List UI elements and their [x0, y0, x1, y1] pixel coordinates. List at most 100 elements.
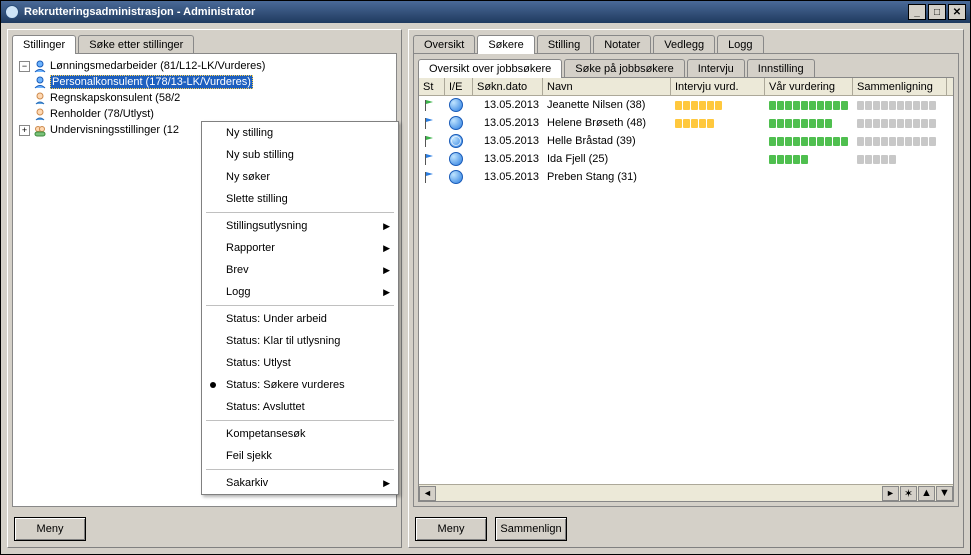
globe-icon [449, 116, 463, 130]
menu-item-3: Slette stilling [202, 188, 398, 210]
globe-icon [449, 170, 463, 184]
flag-icon [423, 117, 435, 129]
cell-interview-rating [671, 119, 765, 128]
cell-date: 13.05.2013 [473, 171, 543, 183]
tree-item-2[interactable]: Regnskapskonsulent (58/2 [17, 90, 392, 106]
left-tab-0[interactable]: Stillinger [12, 35, 76, 54]
meny-button-left[interactable]: Meny [14, 517, 86, 541]
tree-item-label: Regnskapskonsulent (58/2 [50, 92, 180, 104]
expand-icon[interactable]: + [19, 125, 30, 136]
cell-date: 13.05.2013 [473, 153, 543, 165]
sub-tab-2[interactable]: Intervju [687, 59, 745, 78]
sub-tab-0[interactable]: Oversikt over jobbsøkere [418, 59, 562, 78]
menu-item-label: Feil sjekk [226, 450, 272, 462]
window-title: Rekrutteringsadministrasjon - Administra… [24, 6, 908, 18]
menu-item-11[interactable]: Status: Klar til utlysning [202, 330, 398, 352]
col-header-sam[interactable]: Sammenligning [853, 78, 947, 95]
menu-item-16[interactable]: Kompetansesøk [202, 423, 398, 445]
menu-item-5[interactable]: Stillingsutlysning ▶ [202, 215, 398, 237]
tree-item-3[interactable]: Renholder (78/Utlyst) [17, 106, 392, 122]
menu-item-7[interactable]: Brev▶ [202, 259, 398, 281]
close-button[interactable]: ✕ [948, 4, 966, 20]
table-row[interactable]: 13.05.2013Jeanette Nilsen (38) [419, 96, 953, 114]
app-window: Rekrutteringsadministrasjon - Administra… [0, 0, 971, 555]
right-panel: OversiktSøkereStillingNotaterVedleggLogg… [408, 29, 964, 548]
right-tabstrip: OversiktSøkereStillingNotaterVedleggLogg [409, 30, 963, 53]
workspace: StillingerSøke etter stillinger − Lønning… [1, 23, 970, 554]
menu-item-1[interactable]: Ny sub stilling [202, 144, 398, 166]
cell-our-rating [765, 119, 853, 128]
window-buttons: _ □ ✕ [908, 4, 966, 20]
cell-date: 13.05.2013 [473, 135, 543, 147]
app-icon [5, 5, 19, 19]
right-tab-2[interactable]: Stilling [537, 35, 591, 54]
cell-name: Jeanette Nilsen (38) [543, 99, 671, 111]
menu-item-label: Ny søker [226, 171, 270, 183]
col-header-date[interactable]: Søkn.dato [473, 78, 543, 95]
menu-item-label: Status: Under arbeid [226, 313, 327, 325]
maximize-button[interactable]: □ [928, 4, 946, 20]
sub-tab-3[interactable]: Innstilling [747, 59, 815, 78]
right-tab-5[interactable]: Logg [717, 35, 763, 54]
collapse-icon[interactable]: − [19, 61, 30, 72]
menu-item-14[interactable]: Status: Avsluttet [202, 396, 398, 418]
col-header-st[interactable]: St [419, 78, 445, 95]
grid-tool-icon[interactable]: ✶ [900, 486, 917, 501]
menu-item-label: Stillingsutlysning [226, 220, 307, 232]
horizontal-scrollbar[interactable]: ◄ ► ✶ ▲ ▼ [419, 484, 953, 501]
col-header-vur[interactable]: Vår vurdering [765, 78, 853, 95]
menu-separator [206, 212, 394, 213]
context-menu[interactable]: Ny stillingNy sub stilling Ny søker Slette… [201, 121, 399, 495]
right-tab-3[interactable]: Notater [593, 35, 651, 54]
menu-separator [206, 420, 394, 421]
scroll-left-button[interactable]: ◄ [419, 486, 436, 501]
col-header-int[interactable]: Intervju vurd. [671, 78, 765, 95]
menu-item-10[interactable]: Status: Under arbeid [202, 308, 398, 330]
right-tab-0[interactable]: Oversikt [413, 35, 475, 54]
menu-item-19[interactable]: Sakarkiv▶ [202, 472, 398, 494]
sub-tab-1[interactable]: Søke på jobbsøkere [564, 59, 684, 78]
table-row[interactable]: 13.05.2013Helene Brøseth (48) [419, 114, 953, 132]
right-bottom-bar: Meny Sammenlign [409, 511, 963, 547]
table-row[interactable]: 13.05.2013Ida Fjell (25) [419, 150, 953, 168]
minimize-button[interactable]: _ [908, 4, 926, 20]
col-header-ie[interactable]: I/E [445, 78, 473, 95]
submenu-arrow-icon: ▶ [383, 221, 390, 232]
tree-item-label: Lønningsmedarbeider (81/L12-LK/Vurderes) [50, 60, 265, 72]
grid-body[interactable]: 13.05.2013Jeanette Nilsen (38)13.05.2013… [419, 96, 953, 484]
cell-compare-rating [853, 119, 947, 128]
scroll-right-button[interactable]: ► [882, 486, 899, 501]
bullet-icon [210, 382, 216, 388]
menu-item-6[interactable]: Rapporter▶ [202, 237, 398, 259]
left-tab-1[interactable]: Søke etter stillinger [78, 35, 194, 54]
menu-item-0[interactable]: Ny stilling [202, 122, 398, 144]
user-blue-icon [33, 59, 47, 73]
menu-item-label: Kompetansesøk [226, 428, 305, 440]
col-header-name[interactable]: Navn [543, 78, 671, 95]
tree-item-0[interactable]: − Lønningsmedarbeider (81/L12-LK/Vurderes… [17, 58, 392, 74]
submenu-arrow-icon: ▶ [383, 265, 390, 276]
head-icon [33, 107, 47, 121]
right-tab-4[interactable]: Vedlegg [653, 35, 715, 54]
tree-item-1[interactable]: Personalkonsulent (178/13-LK/Vurderes) [17, 74, 392, 90]
table-row[interactable]: 13.05.2013Preben Stang (31) [419, 168, 953, 186]
menu-item-label: Rapporter [226, 242, 275, 254]
cell-our-rating [765, 101, 853, 110]
menu-item-12[interactable]: Status: Utlyst [202, 352, 398, 374]
menu-item-label: Status: Klar til utlysning [226, 335, 340, 347]
menu-item-label: Logg [226, 286, 250, 298]
left-bottom-bar: Meny [8, 511, 401, 547]
grid-collapse-icon[interactable]: ▼ [936, 486, 953, 501]
tree-item-label: Undervisningsstillinger (12 [50, 124, 179, 136]
titlebar: Rekrutteringsadministrasjon - Administra… [1, 1, 970, 23]
menu-item-8[interactable]: Logg▶ [202, 281, 398, 303]
menu-item-17[interactable]: Feil sjekk [202, 445, 398, 467]
head-icon [33, 91, 47, 105]
sammenlign-button[interactable]: Sammenlign [495, 517, 567, 541]
table-row[interactable]: 13.05.2013Helle Bråstad (39) [419, 132, 953, 150]
grid-expand-icon[interactable]: ▲ [918, 486, 935, 501]
right-tab-1[interactable]: Søkere [477, 35, 534, 54]
flag-icon [423, 135, 435, 147]
meny-button-right[interactable]: Meny [415, 517, 487, 541]
menu-item-13[interactable]: Status: Søkere vurderes [202, 374, 398, 396]
